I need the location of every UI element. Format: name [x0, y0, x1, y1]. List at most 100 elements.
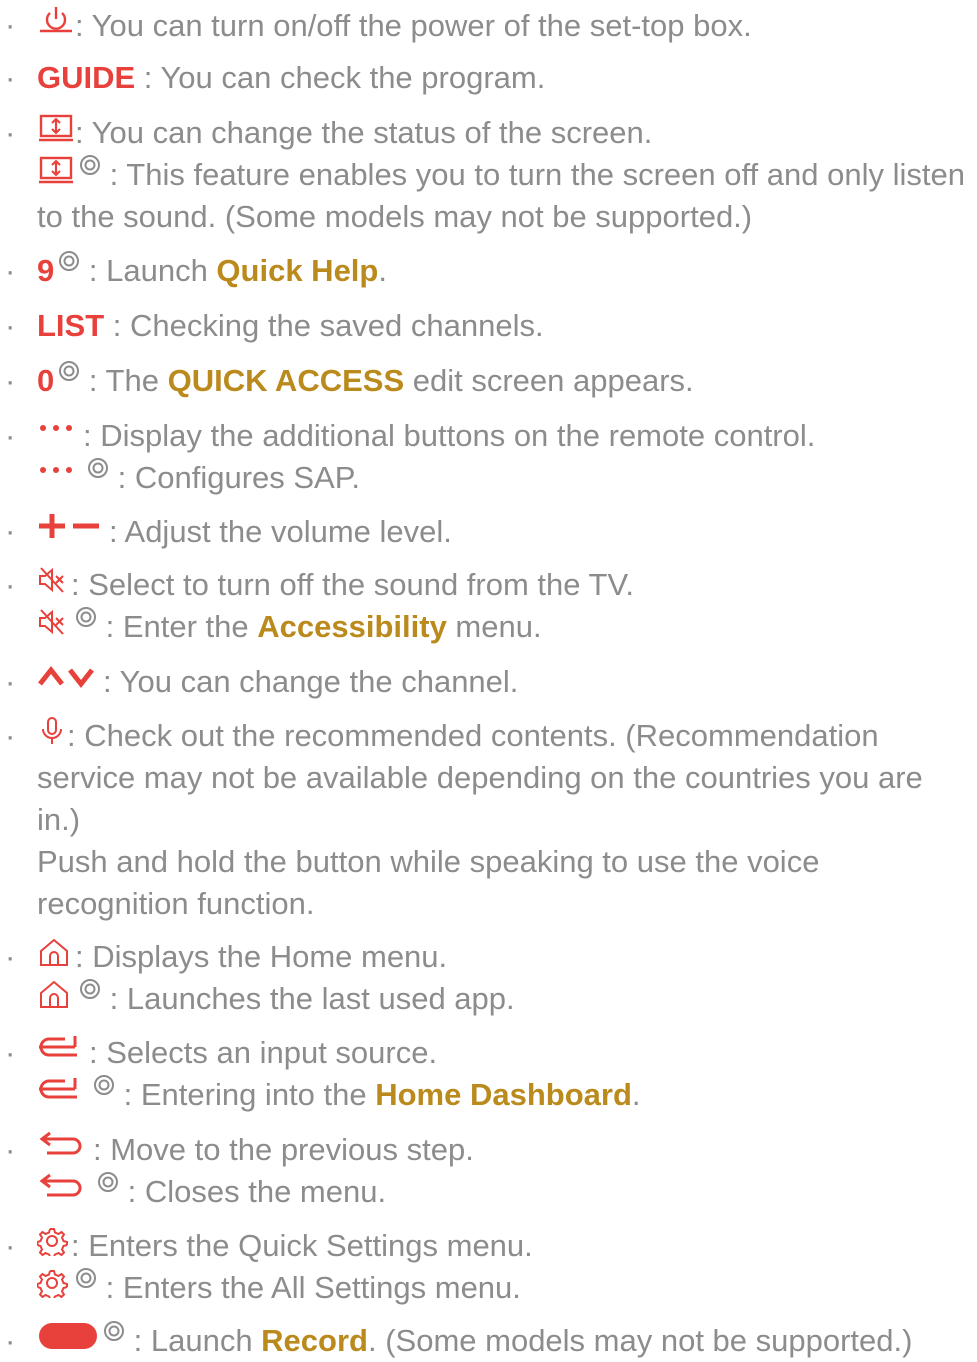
- item-line: 9 : Launch Quick Help.: [37, 250, 977, 292]
- item-text: : You can change the status of the scree…: [75, 115, 653, 150]
- long-press-icon: [79, 978, 101, 1000]
- long-press-icon: [58, 250, 80, 272]
- item-line: LIST : Checking the saved channels.: [37, 305, 977, 347]
- item-text: : Check out the recommended contents. (R…: [37, 718, 923, 837]
- item-line: GUIDE : You can check the program.: [37, 57, 977, 99]
- input-icon: [37, 1033, 89, 1063]
- long-press-icon: [75, 1267, 97, 1289]
- more-icon: [37, 458, 83, 488]
- item-text: Push and hold the button while speaking …: [37, 844, 820, 921]
- item-text: edit screen appears.: [404, 363, 694, 398]
- bullet: ·: [5, 418, 16, 453]
- item-line: : Select to turn off the sound from the …: [37, 564, 977, 606]
- item-text: : Enters the Quick Settings menu.: [71, 1228, 533, 1263]
- extra-line: Push and hold the button while speaking …: [37, 841, 972, 925]
- bullet: ·: [5, 1228, 16, 1263]
- bullet: ·: [5, 567, 16, 602]
- highlight-label: QUICK ACCESS: [167, 363, 405, 398]
- item-text: : Launches the last used app.: [109, 981, 515, 1016]
- hold-line: : Enter the Accessibility menu.: [37, 606, 977, 648]
- list-item-record: · : Launch Record. (Some models may not …: [0, 1320, 977, 1362]
- highlight-label: Accessibility: [257, 609, 447, 644]
- volume-plus-minus-icon: [37, 510, 109, 542]
- highlight-label: Home Dashboard: [375, 1077, 632, 1112]
- list-item-input: · : Selects an input source. : Entering …: [0, 1032, 977, 1116]
- item-text: : Enters the All Settings menu.: [105, 1270, 521, 1305]
- hold-line: : Closes the menu.: [37, 1171, 977, 1213]
- long-press-icon: [103, 1320, 125, 1342]
- mute-icon: [37, 607, 71, 637]
- item-text: : This feature enables you to turn the s…: [37, 157, 965, 234]
- power-icon: [37, 4, 75, 36]
- input-icon: [37, 1075, 89, 1105]
- bullet: ·: [5, 60, 16, 95]
- bullet: ·: [5, 7, 16, 42]
- item-text: : Display the additional buttons on the …: [83, 418, 816, 453]
- item-line: 0 : The QUICK ACCESS edit screen appears…: [37, 360, 977, 402]
- key-label: LIST: [37, 308, 105, 343]
- list-item-list: · LIST : Checking the saved channels.: [0, 305, 977, 347]
- bullet: ·: [5, 1132, 16, 1167]
- list-item-channel: · : You can change the channel.: [0, 661, 977, 703]
- item-text: : Move to the previous step.: [93, 1132, 474, 1167]
- hold-line: : Configures SAP.: [37, 457, 977, 499]
- item-text: : Displays the Home menu.: [75, 939, 448, 974]
- long-press-icon: [97, 1171, 119, 1193]
- item-text: .: [631, 1077, 641, 1112]
- item-text: : Selects an input source.: [89, 1035, 438, 1070]
- item-text: : Configures SAP.: [117, 460, 361, 495]
- list-item-volume: · : Adjust the volume level.: [0, 510, 977, 553]
- settings-icon: [37, 1268, 71, 1298]
- long-press-icon: [93, 1074, 115, 1096]
- item-text: : Launch: [88, 253, 217, 288]
- item-text: : You can turn on/off the power of the s…: [75, 8, 752, 43]
- long-press-icon: [79, 154, 101, 176]
- item-text: : Closes the menu.: [127, 1174, 387, 1209]
- item-text: : Checking the saved channels.: [104, 308, 544, 343]
- item-text: : You can check the program.: [135, 60, 546, 95]
- list-item-home: · : Displays the Home menu. : Launches t…: [0, 936, 977, 1020]
- microphone-icon: [37, 716, 67, 746]
- item-line: : Display the additional buttons on the …: [37, 415, 977, 457]
- list-item-settings: · : Enters the Quick Settings menu. : En…: [0, 1225, 977, 1309]
- list-item-quick-access: · 0 : The QUICK ACCESS edit screen appea…: [0, 360, 977, 402]
- item-text: menu.: [446, 609, 542, 644]
- list-item-quick-help: · 9 : Launch Quick Help.: [0, 250, 977, 292]
- highlight-label: Record: [261, 1323, 368, 1358]
- back-icon: [37, 1172, 93, 1202]
- item-line: : Launch Record. (Some models may not be…: [37, 1320, 977, 1362]
- item-text: : Enter the: [105, 609, 258, 644]
- home-icon: [37, 937, 75, 967]
- item-line: : Selects an input source.: [37, 1032, 977, 1074]
- item-line: : You can change the channel.: [37, 661, 977, 703]
- settings-icon: [37, 1226, 71, 1256]
- hold-line: : Entering into the Home Dashboard.: [37, 1074, 977, 1116]
- more-icon: [37, 416, 83, 446]
- list-item-guide: · GUIDE : You can check the program.: [0, 57, 977, 99]
- item-text: .: [378, 253, 387, 288]
- hold-line: : Enters the All Settings menu.: [37, 1267, 977, 1309]
- screen-icon: [37, 155, 75, 185]
- bullet: ·: [5, 253, 16, 288]
- item-line: : Move to the previous step.: [37, 1129, 977, 1171]
- long-press-icon: [58, 360, 80, 382]
- record-icon: [37, 1321, 99, 1351]
- item-text: : You can change the channel.: [103, 664, 519, 699]
- long-press-icon: [87, 457, 109, 479]
- item-text: : Entering into the: [123, 1077, 376, 1112]
- item-text: : The: [88, 363, 168, 398]
- channel-up-down-icon: [37, 662, 103, 692]
- item-text: : Adjust the volume level.: [109, 514, 452, 549]
- list-item-mute: · : Select to turn off the sound from th…: [0, 564, 977, 648]
- item-line: : Displays the Home menu.: [37, 936, 977, 978]
- bullet: ·: [5, 308, 16, 343]
- highlight-label: Quick Help: [216, 253, 379, 288]
- item-text: : Launch: [133, 1323, 262, 1358]
- list-item-more: · : Display the additional buttons on th…: [0, 415, 977, 499]
- item-line: : Adjust the volume level.: [37, 510, 977, 553]
- hold-line: : This feature enables you to turn the s…: [37, 154, 972, 238]
- bullet: ·: [5, 1323, 16, 1358]
- item-line: : Check out the recommended contents. (R…: [37, 715, 972, 841]
- bullet: ·: [5, 939, 16, 974]
- item-line: : You can turn on/off the power of the s…: [37, 4, 977, 47]
